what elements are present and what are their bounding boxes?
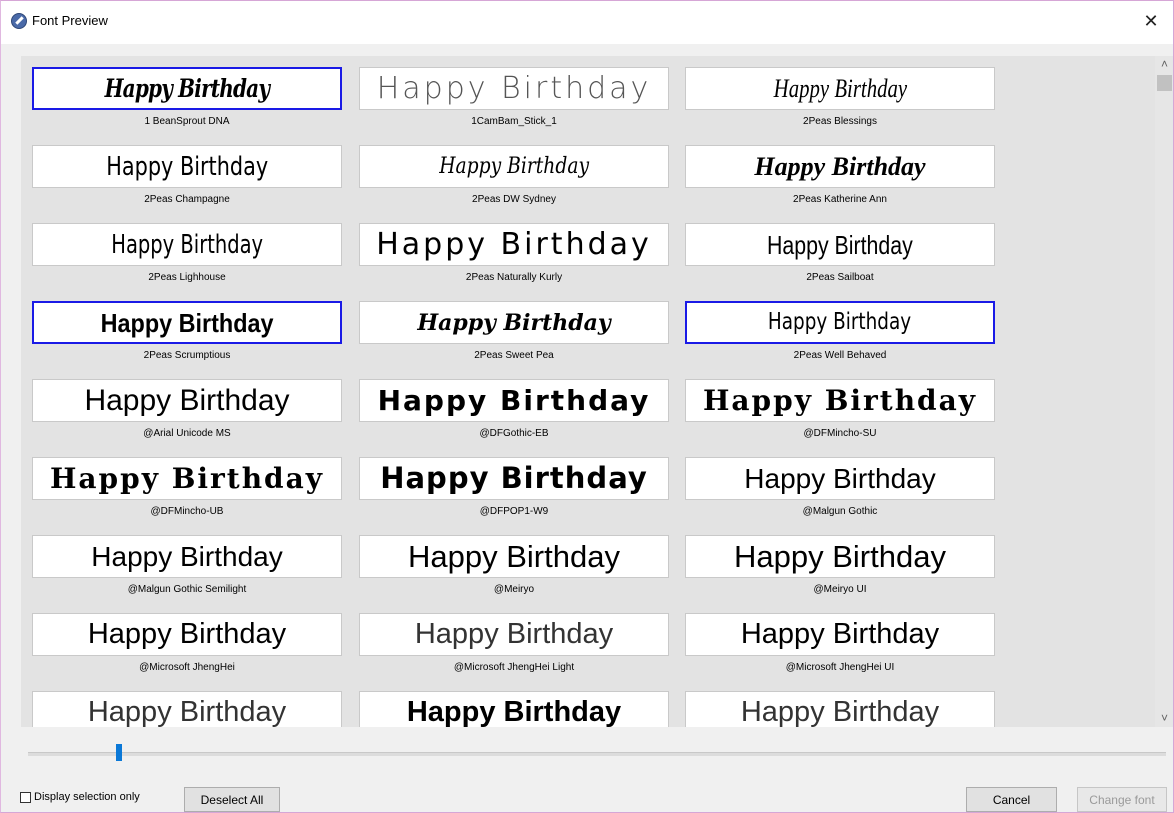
font-preview-card[interactable]: Happy Birthday [685, 145, 995, 188]
font-name-label: @Malgun Gothic Semilight [127, 584, 247, 595]
font-preview-card[interactable]: Happy Birthday [685, 301, 995, 344]
font-name-label: 1CamBam_Stick_1 [471, 116, 557, 127]
font-sample-text: Happy Birthday [740, 696, 940, 727]
font-sample-text: Happy Birthday [104, 74, 270, 103]
font-name-label: 2Peas Well Behaved [793, 350, 887, 361]
font-name-label: @Microsoft JhengHei [139, 662, 235, 673]
font-preview-card[interactable]: Happy Birthday [359, 535, 669, 578]
font-sample-text: Happy Birthday [91, 540, 283, 572]
font-sample-text: Happy Birthday [414, 618, 614, 650]
font-name-label: @DFPOP1-W9 [479, 506, 549, 517]
font-sample-text: Happy Birthday [111, 229, 263, 260]
font-name-label: 2Peas DW Sydney [472, 194, 556, 205]
font-preview-card[interactable]: Happy Birthday [359, 457, 669, 500]
font-sample-text: Happy Birthday [106, 151, 268, 182]
font-preview-card[interactable]: Happy Birthday [359, 691, 669, 727]
deselect-all-button[interactable]: Deselect All [184, 787, 280, 812]
font-preview-card[interactable]: Happy Birthday [685, 613, 995, 656]
font-sample-text: Happy Birthday [87, 696, 287, 727]
font-name-label: 2Peas Scrumptious [143, 350, 231, 361]
scroll-down-arrow-icon[interactable]: ˅ [1155, 710, 1174, 727]
font-sample-text: Happy Birthday [380, 461, 648, 495]
font-name-label: @Microsoft JhengHei Light [453, 662, 575, 673]
window-title: Font Preview [32, 13, 108, 28]
font-sample-text: Happy Birthday [744, 462, 936, 494]
font-name-label: 2Peas Blessings [803, 116, 877, 127]
font-name-label: 2Peas Lighhouse [148, 272, 226, 283]
font-sample-text: Happy Birthday [740, 618, 940, 650]
font-name-label: 1 BeanSprout DNA [144, 116, 230, 127]
font-sample-text: Happy Birthday [702, 383, 978, 417]
change-font-button[interactable]: Change font [1077, 787, 1167, 812]
display-selection-only-label: Display selection only [34, 791, 140, 803]
font-preview-card[interactable]: Happy Birthday [359, 145, 669, 188]
scrollbar-thumb[interactable] [1157, 75, 1172, 91]
font-preview-card[interactable]: Happy Birthday [359, 613, 669, 656]
font-name-label: @DFGothic-EB [479, 428, 549, 439]
font-preview-card[interactable]: Happy Birthday [359, 67, 669, 110]
font-preview-card[interactable]: Happy Birthday [32, 145, 342, 188]
font-sample-text: Happy Birthday [406, 696, 622, 727]
font-preview-card[interactable]: Happy Birthday [685, 691, 995, 727]
font-sample-text: Happy Birthday [768, 309, 912, 335]
font-name-label: @Microsoft JhengHei UI [785, 662, 895, 673]
font-preview-card[interactable]: Happy Birthday [359, 301, 669, 344]
font-name-label: @DFMincho-UB [150, 506, 224, 517]
vertical-scrollbar[interactable]: ˄ ˅ [1155, 56, 1174, 727]
font-sample-text: Happy Birthday [767, 229, 913, 260]
display-selection-only-checkbox[interactable] [20, 791, 31, 803]
font-name-label: @DFMincho-SU [803, 428, 877, 439]
font-sample-text: Happy Birthday [754, 151, 926, 181]
scroll-up-arrow-icon[interactable]: ˄ [1155, 56, 1174, 73]
font-preview-card[interactable]: Happy Birthday [32, 535, 342, 578]
font-preview-card[interactable]: Happy Birthday [32, 691, 342, 727]
font-sample-text: Happy Birthday [408, 539, 620, 574]
font-preview-card[interactable]: Happy Birthday [32, 67, 342, 110]
font-preview-card[interactable]: Happy Birthday [32, 301, 342, 344]
font-preview-card[interactable]: Happy Birthday [359, 379, 669, 422]
font-preview-card[interactable]: Happy Birthday [685, 223, 995, 266]
preview-size-slider-thumb[interactable] [116, 744, 123, 761]
font-sample-text: Happy Birthday [773, 73, 907, 103]
preview-size-slider-track[interactable] [28, 752, 1166, 756]
font-preview-card[interactable]: Happy Birthday [32, 379, 342, 422]
font-name-label: 2Peas Katherine Ann [793, 194, 887, 205]
font-sample-text: Happy Birthday [49, 461, 325, 495]
font-sample-text: Happy Birthday [87, 618, 287, 650]
font-sample-text: Happy Birthday [100, 307, 274, 338]
close-button[interactable]: ✕ [1128, 0, 1174, 44]
font-sample-text: Happy Birthday [84, 383, 290, 417]
font-preview-card[interactable]: Happy Birthday [32, 457, 342, 500]
font-name-label: 2Peas Champagne [144, 194, 230, 205]
cancel-button[interactable]: Cancel [966, 787, 1057, 812]
font-preview-card[interactable]: Happy Birthday [32, 613, 342, 656]
display-selection-only-option[interactable]: Display selection only [20, 791, 140, 803]
font-sample-text: Happy Birthday [377, 383, 651, 417]
font-preview-card[interactable]: Happy Birthday [685, 457, 995, 500]
font-name-label: @Meiryo [493, 584, 535, 595]
font-preview-card[interactable]: Happy Birthday [685, 535, 995, 578]
font-name-label: 2Peas Sweet Pea [474, 350, 554, 361]
font-sample-text: Happy Birthday [376, 226, 652, 262]
font-preview-card[interactable]: Happy Birthday [359, 223, 669, 266]
font-name-label: @Malgun Gothic [802, 506, 878, 517]
font-name-label: 2Peas Sailboat [806, 272, 874, 283]
title-bar: Font Preview ✕ [0, 0, 1174, 44]
font-preview-grid: Happy Birthday 1 BeanSprout DNA Happy Birt… [21, 56, 1155, 727]
app-icon [11, 13, 27, 29]
font-preview-card[interactable]: Happy Birthday [685, 67, 995, 110]
font-sample-text: Happy Birthday [439, 153, 589, 179]
font-name-label: @Arial Unicode MS [143, 428, 231, 439]
font-name-label: @Meiryo UI [813, 584, 867, 595]
font-sample-text: Happy Birthday [734, 539, 946, 574]
font-preview-card[interactable]: Happy Birthday [32, 223, 342, 266]
font-sample-text: Happy Birthday [376, 70, 652, 106]
font-preview-card[interactable]: Happy Birthday [685, 379, 995, 422]
font-sample-text: Happy Birthday [417, 309, 611, 336]
font-name-label: 2Peas Naturally Kurly [465, 272, 563, 283]
